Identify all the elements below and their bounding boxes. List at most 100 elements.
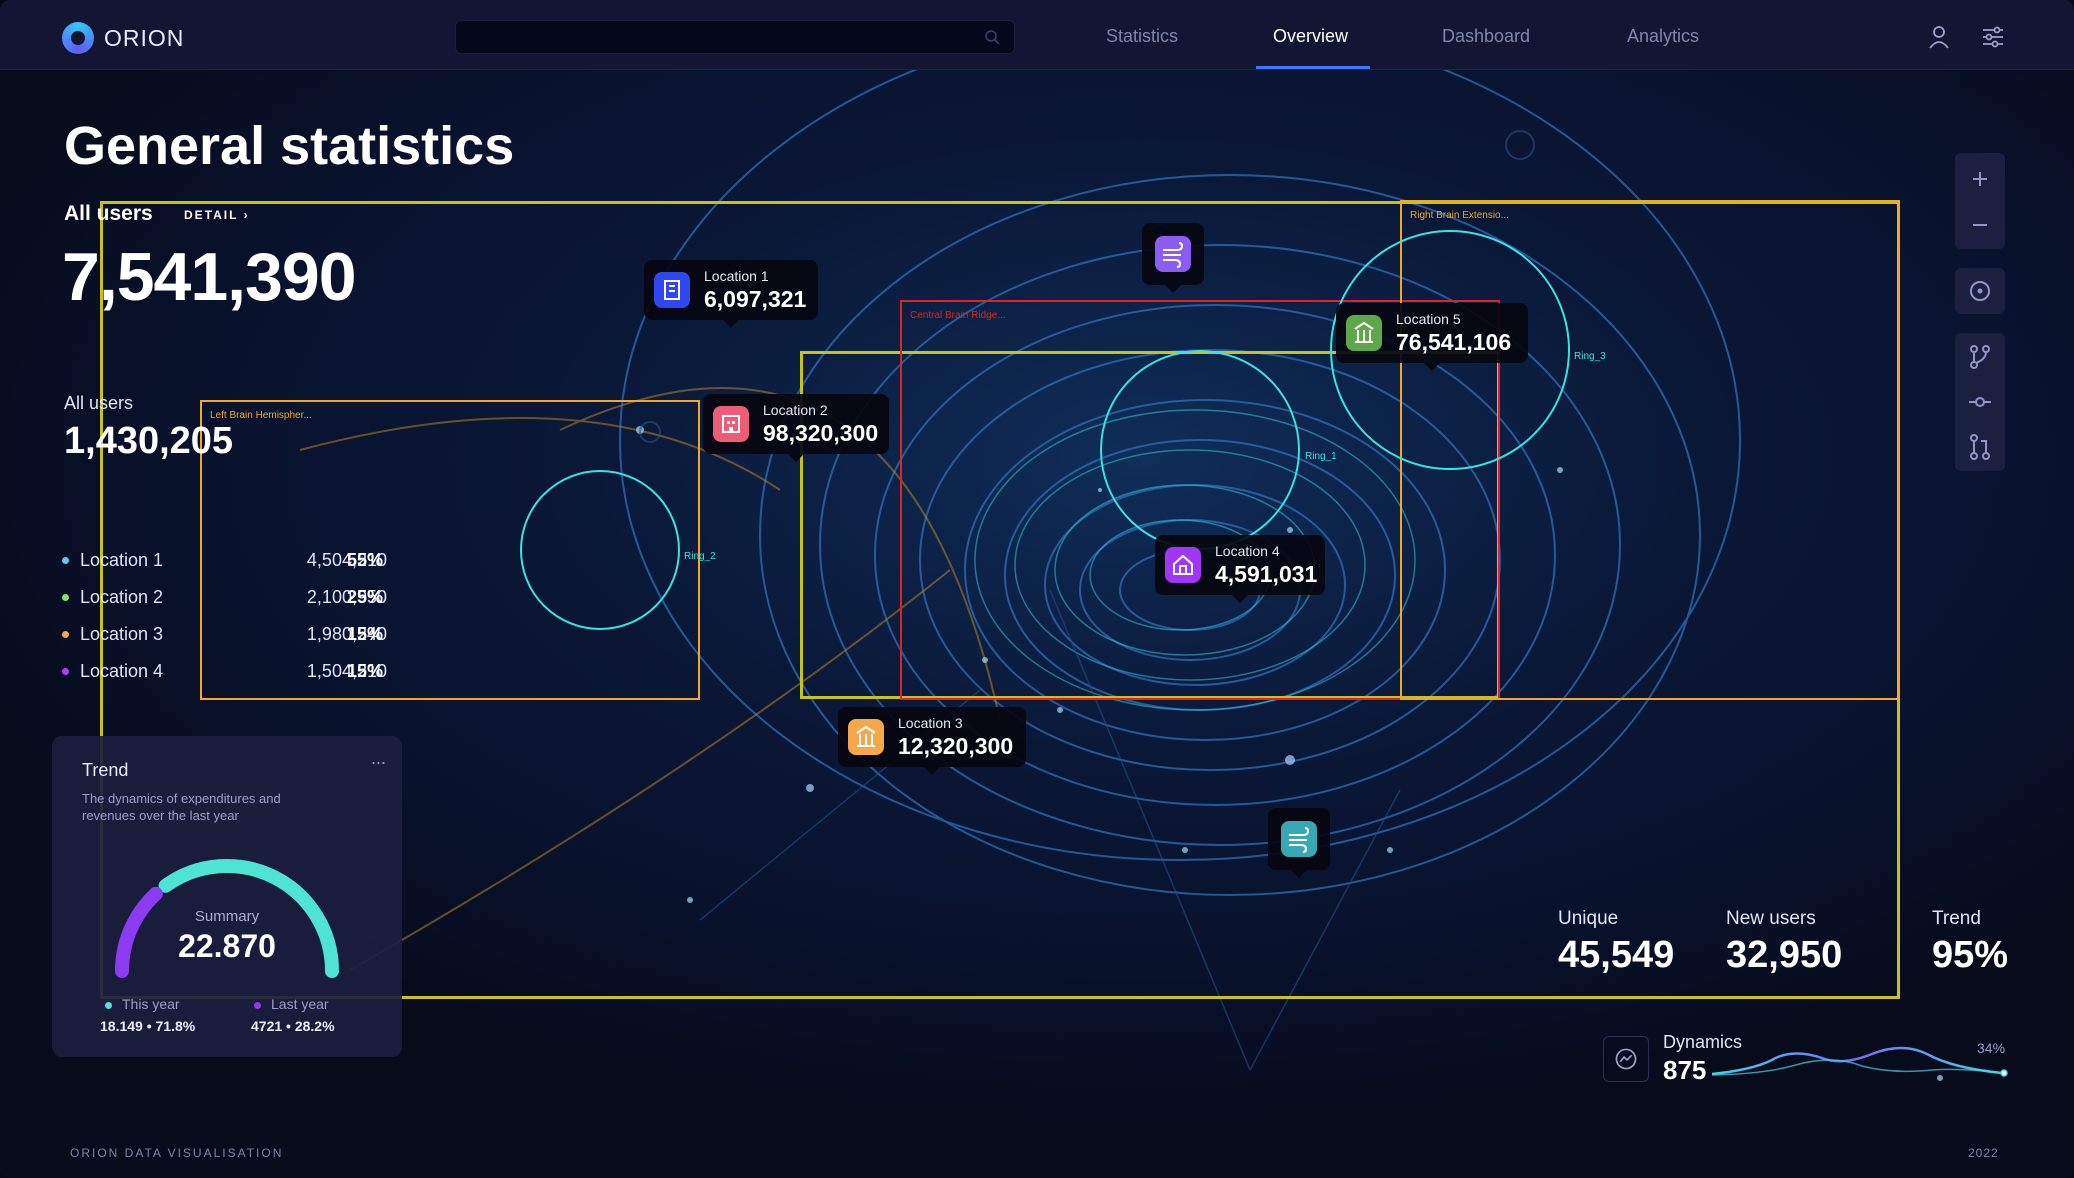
pin-value: 76,541,106: [1396, 329, 1512, 355]
pin-label: Location 1: [704, 268, 769, 284]
user-icon[interactable]: [1926, 24, 1952, 50]
new-users-value: 32,950: [1726, 934, 1843, 976]
location-4-dot: [62, 668, 69, 675]
location-pct: 15%: [347, 661, 384, 681]
unique-value: 45,549: [1558, 934, 1675, 976]
bank-icon: [1346, 315, 1382, 351]
pin-label: Location 4: [1215, 543, 1280, 559]
pin-label: Location 2: [763, 402, 828, 418]
map-pin-wind[interactable]: [1142, 223, 1204, 293]
new-users-label: New users: [1726, 908, 1816, 929]
pin-value: 98,320,300: [763, 420, 879, 446]
commit-icon[interactable]: [1955, 380, 2005, 424]
zoom-controls: [1955, 153, 2005, 249]
logo[interactable]: ORION: [62, 22, 184, 54]
pin-value: 6,097,321: [704, 286, 807, 312]
locate-control: [1955, 268, 2005, 314]
gauge-summary-label: Summary: [194, 908, 260, 925]
trend-label: Trend: [1932, 908, 1981, 929]
tab-analytics[interactable]: Analytics: [1627, 26, 1699, 47]
map-pin-location-4[interactable]: Location 4 4,591,031: [1155, 535, 1325, 603]
dynamics-sparkline: [1712, 1046, 2008, 1077]
location-pct: 25%: [347, 587, 384, 607]
search-input[interactable]: [455, 20, 1015, 54]
summary-value: 1,430,205: [64, 420, 234, 462]
location-row[interactable]: Location 2 2,100,950 25%: [62, 585, 402, 609]
footer-brand: ORION DATA VISUALISATION: [70, 1146, 284, 1160]
this-year-value: 18.149 • 71.8%: [100, 1018, 196, 1034]
gauge-summary-value: 22.870: [178, 928, 276, 964]
location-2-dot: [62, 594, 69, 601]
location-row[interactable]: Location 4 1,504,210 15%: [62, 659, 402, 683]
zoom-in-icon[interactable]: [1955, 157, 2005, 201]
dynamics-pct: 34%: [1977, 1040, 2006, 1056]
tab-statistics[interactable]: Statistics: [1106, 26, 1178, 47]
map-pin-location-3[interactable]: Location 3 12,320,300: [838, 707, 1026, 775]
location-row[interactable]: Location 3 1,980,240 15%: [62, 622, 402, 646]
region-label: Central Brain Ridge...: [910, 310, 1006, 321]
this-year-dot: [105, 1002, 112, 1009]
page-title: General statistics: [64, 116, 515, 176]
chevron-right-icon: ›: [243, 208, 250, 222]
all-users-label: All users: [64, 202, 153, 225]
ring-label: Ring_1: [1305, 451, 1337, 462]
branch-icon[interactable]: [1955, 335, 2005, 379]
dynamics-value: 875: [1663, 1055, 1707, 1085]
location-name: Location 3: [80, 624, 164, 644]
map-pin-wind[interactable]: [1268, 808, 1330, 878]
tab-overview[interactable]: Overview: [1273, 26, 1348, 47]
ring-2[interactable]: [520, 470, 680, 630]
zoom-out-icon[interactable]: [1955, 203, 2005, 247]
top-bar: ORION Statistics Overview Dashboard Anal…: [0, 0, 2074, 70]
summary-label: All users: [64, 393, 134, 413]
graph-tools: [1955, 333, 2005, 471]
footer-year: 2022: [1968, 1146, 1999, 1160]
tab-dashboard[interactable]: Dashboard: [1442, 26, 1530, 47]
active-tab-indicator: [1256, 66, 1370, 69]
house-icon: [1165, 547, 1201, 583]
all-users-value: 7,541,390: [62, 239, 357, 315]
ring-label: Ring_3: [1574, 351, 1606, 362]
last-year-value: 4721 • 28.2%: [251, 1018, 335, 1034]
pin-value: 4,591,031: [1215, 561, 1318, 587]
trend-value: 95%: [1932, 934, 2009, 976]
trend-card: Trend ... The dynamics of expenditures a…: [52, 736, 402, 1057]
location-1-dot: [62, 557, 69, 564]
location-name: Location 1: [80, 550, 164, 570]
location-name: Location 2: [80, 587, 164, 607]
last-year-label: Last year: [271, 996, 329, 1012]
pull-request-icon[interactable]: [1955, 425, 2005, 469]
bank-icon: [848, 719, 884, 755]
map-pin-location-5[interactable]: Location 5 76,541,106: [1336, 303, 1528, 371]
pin-label: Location 5: [1396, 311, 1461, 327]
orion-logo-icon: [62, 22, 94, 54]
wind-icon: [1155, 236, 1191, 272]
pin-label: Location 3: [898, 715, 963, 731]
location-pct: 55%: [347, 550, 384, 570]
location-pct: 15%: [347, 624, 384, 644]
ring-label: Ring_2: [684, 551, 716, 562]
map-pin-location-2[interactable]: Location 2 98,320,300: [703, 394, 889, 462]
app-name: ORION: [104, 24, 185, 51]
unique-label: Unique: [1558, 908, 1619, 929]
search-icon[interactable]: [984, 29, 1000, 45]
location-3-dot: [62, 631, 69, 638]
detail-link[interactable]: DETAIL ›: [184, 208, 250, 222]
trend-card-title: Trend: [82, 760, 129, 780]
this-year-label: This year: [122, 996, 180, 1012]
building-icon: [654, 272, 690, 308]
more-menu-icon[interactable]: ...: [371, 748, 386, 769]
trend-line-icon[interactable]: [1603, 1036, 1649, 1082]
trend-card-description: The dynamics of expenditures and revenue…: [82, 791, 281, 823]
location-row[interactable]: Location 1 4,504,210 55%: [62, 548, 402, 572]
office-icon: [713, 406, 749, 442]
region-label: Right Brain Extensio...: [1410, 210, 1509, 221]
settings-sliders-icon[interactable]: [1980, 24, 2006, 50]
last-year-dot: [254, 1002, 261, 1009]
detail-label: DETAIL: [184, 208, 239, 222]
location-name: Location 4: [80, 661, 164, 681]
map-pin-location-1[interactable]: Location 1 6,097,321: [644, 260, 818, 328]
locate-icon[interactable]: [1955, 269, 2005, 313]
ring-1[interactable]: [1100, 350, 1300, 550]
wind-icon: [1281, 821, 1317, 857]
